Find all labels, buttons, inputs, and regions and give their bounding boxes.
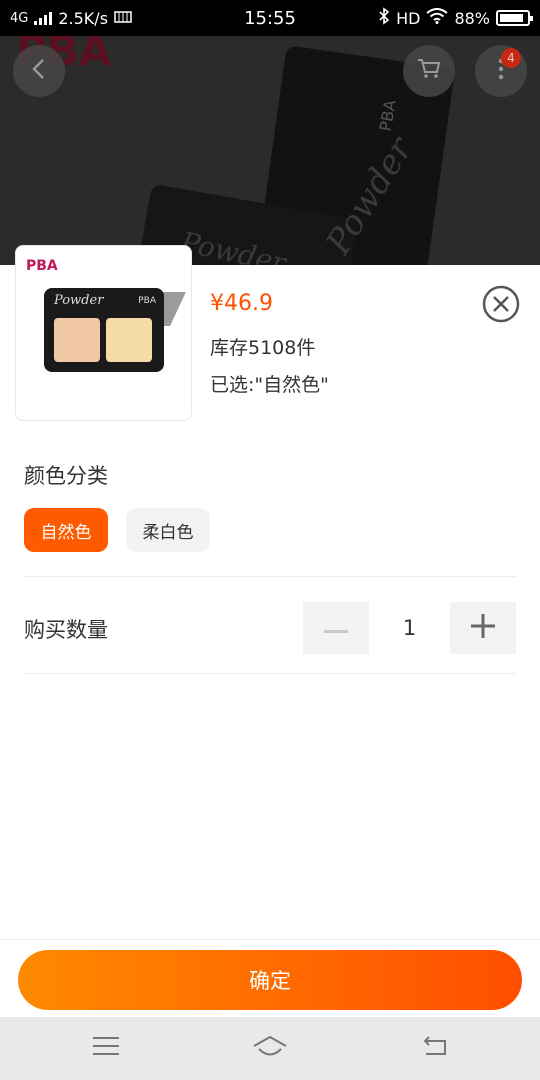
quantity-label: 购买数量 bbox=[24, 618, 108, 642]
data-icon bbox=[114, 9, 132, 28]
system-nav-bar bbox=[0, 1017, 540, 1080]
wifi-icon bbox=[426, 8, 449, 28]
network-speed: 2.5K/s bbox=[58, 8, 109, 28]
quantity-decrease-button[interactable] bbox=[303, 602, 369, 654]
compact-word: Powder bbox=[54, 293, 104, 308]
selected-variant: 已选:"自然色" bbox=[210, 374, 329, 396]
return-icon bbox=[420, 1035, 448, 1061]
stock-count: 库存5108件 bbox=[210, 337, 316, 359]
color-option-natural[interactable]: 自然色 bbox=[24, 508, 108, 552]
color-option-white[interactable]: 柔白色 bbox=[126, 508, 210, 552]
quantity-increase-button[interactable] bbox=[450, 602, 516, 654]
message-badge: 4 bbox=[501, 48, 521, 68]
close-button[interactable] bbox=[482, 285, 520, 323]
status-bar: 4G 2.5K/s 15:55 HD 88% bbox=[0, 0, 540, 36]
battery-icon bbox=[496, 10, 533, 26]
powder-pan-right bbox=[106, 318, 152, 362]
more-button[interactable]: 4 bbox=[475, 45, 527, 97]
hd-indicator: HD bbox=[396, 8, 421, 28]
product-price: ¥46.9 bbox=[210, 291, 273, 316]
nav-return-button[interactable] bbox=[416, 1032, 452, 1064]
compact-image: Powder PBA bbox=[44, 288, 164, 372]
powder-pan-left bbox=[54, 318, 100, 362]
close-icon bbox=[482, 285, 520, 327]
quantity-value[interactable]: 1 bbox=[369, 602, 450, 654]
back-icon bbox=[31, 58, 47, 84]
network-type: 4G bbox=[10, 10, 29, 26]
nav-menu-button[interactable] bbox=[88, 1032, 124, 1064]
confirm-button[interactable]: 确定 bbox=[18, 950, 522, 1010]
cart-icon bbox=[417, 58, 441, 84]
divider bbox=[24, 673, 516, 674]
product-thumbnail[interactable]: PBA Powder PBA bbox=[15, 245, 192, 421]
cart-button[interactable] bbox=[403, 45, 455, 97]
signal-icon bbox=[34, 11, 53, 25]
home-icon bbox=[252, 1034, 288, 1062]
divider bbox=[24, 576, 516, 577]
thumb-brand-logo: PBA bbox=[26, 258, 58, 274]
nav-home-button[interactable] bbox=[252, 1032, 288, 1064]
product-hero-dimmed: PBA PBA Powder Powder bbox=[0, 36, 540, 265]
plus-icon bbox=[471, 614, 495, 642]
color-section-title: 颜色分类 bbox=[24, 464, 108, 488]
bluetooth-icon bbox=[378, 7, 390, 29]
minus-icon bbox=[324, 619, 348, 638]
menu-icon bbox=[92, 1035, 120, 1061]
battery-level bbox=[500, 14, 523, 22]
back-button[interactable] bbox=[13, 45, 65, 97]
battery-percent: 88% bbox=[454, 8, 490, 28]
compact-brand: PBA bbox=[138, 296, 156, 306]
